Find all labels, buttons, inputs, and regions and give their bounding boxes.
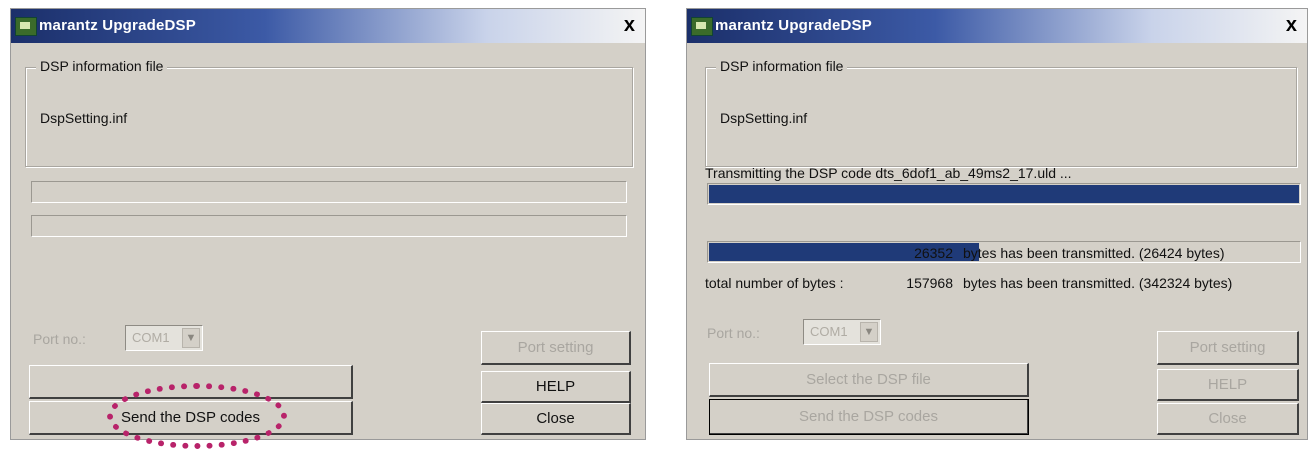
- dsp-info-group: DSP information file DspSetting.inf: [25, 58, 633, 167]
- file-progress-bar: [707, 183, 1301, 205]
- title-bar[interactable]: marantz UpgradeDSP x: [687, 9, 1307, 43]
- file-bytes-count: 26352: [914, 245, 953, 261]
- total-bytes-text: bytes has been transmitted. (342324 byte…: [963, 275, 1233, 291]
- port-select[interactable]: COM1 ▼: [125, 325, 203, 351]
- group-label: DSP information file: [36, 58, 168, 74]
- send-dsp-codes-button[interactable]: Send the DSP codes: [29, 401, 353, 435]
- dsp-info-filename: DspSetting.inf: [40, 110, 128, 126]
- port-setting-button[interactable]: Port setting: [481, 331, 631, 365]
- group-label: DSP information file: [716, 58, 848, 74]
- port-setting-button[interactable]: Port setting: [1157, 331, 1299, 365]
- title-bar[interactable]: marantz UpgradeDSP x: [11, 9, 645, 43]
- total-bytes-label: total number of bytes :: [705, 275, 844, 291]
- file-progress-bar: [31, 181, 627, 203]
- send-dsp-codes-button[interactable]: Send the DSP codes: [709, 399, 1029, 435]
- upgrade-dsp-window-idle: marantz UpgradeDSP x DSP information fil…: [10, 8, 646, 449]
- help-button[interactable]: HELP: [1157, 369, 1299, 401]
- file-bytes-text: bytes has been transmitted. (26424 bytes…: [963, 245, 1225, 261]
- port-label: Port no.:: [707, 325, 760, 341]
- close-icon[interactable]: x: [624, 15, 635, 35]
- total-progress-bar: [31, 215, 627, 237]
- port-select-value: COM1: [132, 330, 170, 345]
- dsp-info-filename: DspSetting.inf: [720, 110, 808, 126]
- total-bytes-count: 157968: [906, 275, 953, 291]
- blank-button[interactable]: [29, 365, 353, 399]
- close-button[interactable]: Close: [1157, 403, 1299, 435]
- window-title: marantz UpgradeDSP: [39, 17, 196, 34]
- app-icon: [15, 17, 37, 36]
- chevron-down-icon[interactable]: ▼: [860, 322, 878, 342]
- dsp-info-group: DSP information file DspSetting.inf: [705, 58, 1297, 167]
- port-select[interactable]: COM1 ▼: [803, 319, 881, 345]
- close-icon[interactable]: x: [1286, 15, 1297, 35]
- port-select-value: COM1: [810, 324, 848, 339]
- app-icon: [691, 17, 713, 36]
- help-button[interactable]: HELP: [481, 371, 631, 403]
- window-title: marantz UpgradeDSP: [715, 17, 872, 34]
- upgrade-dsp-window-transmitting: marantz UpgradeDSP x DSP information fil…: [686, 8, 1308, 440]
- close-button[interactable]: Close: [481, 403, 631, 435]
- file-progress-fill: [709, 185, 1299, 203]
- port-label: Port no.:: [33, 331, 86, 347]
- chevron-down-icon[interactable]: ▼: [182, 328, 200, 348]
- transmitting-status: Transmitting the DSP code dts_6dof1_ab_4…: [705, 165, 1072, 181]
- select-dsp-file-button[interactable]: Select the DSP file: [709, 363, 1029, 397]
